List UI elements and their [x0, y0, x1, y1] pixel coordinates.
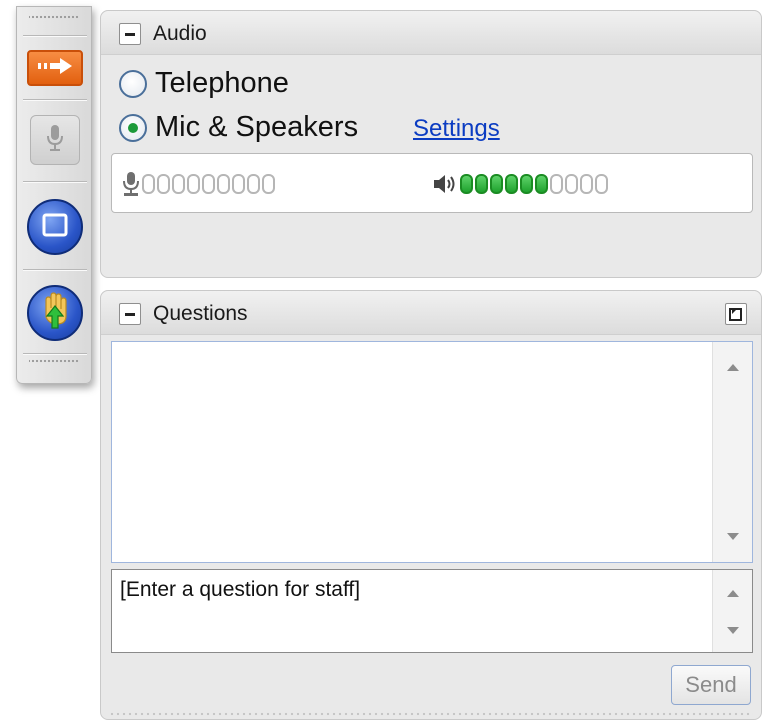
- popout-button[interactable]: [725, 303, 747, 325]
- speaker-icon: [432, 173, 458, 195]
- toolbar-divider: [23, 181, 87, 183]
- microphone-icon: [45, 124, 65, 157]
- level-segment: [595, 174, 608, 194]
- telephone-label: Telephone: [155, 67, 289, 99]
- mic-speakers-label: Mic & Speakers: [155, 111, 359, 143]
- toolbar-grip-bottom[interactable]: [29, 357, 79, 371]
- level-segment: [172, 174, 185, 194]
- panel-resize-grip[interactable]: [109, 711, 753, 717]
- orange-arrow-button[interactable]: [27, 50, 83, 86]
- questions-panel-header: Questions: [101, 291, 761, 335]
- level-segment: [580, 174, 593, 194]
- raise-hand-button[interactable]: [27, 285, 83, 341]
- scroll-up-arrow-icon[interactable]: [727, 590, 739, 597]
- orange-arrow-icon: [36, 57, 74, 80]
- audio-panel-header: Audio: [101, 11, 761, 55]
- raise-hand-icon: [38, 291, 72, 335]
- questions-collapse-button[interactable]: [119, 303, 141, 325]
- toolbar-grip-top[interactable]: [29, 13, 79, 27]
- toolbar-divider: [23, 353, 87, 355]
- level-segment: [535, 174, 548, 194]
- level-segment: [490, 174, 503, 194]
- popout-icon: [726, 308, 746, 328]
- level-segment: [247, 174, 260, 194]
- level-segment: [460, 174, 473, 194]
- telephone-radio[interactable]: [119, 69, 147, 98]
- toolbar-divider: [23, 99, 87, 101]
- speaker-level-segments: [460, 174, 610, 194]
- question-input-scrollbar[interactable]: [712, 570, 752, 652]
- scroll-down-arrow-icon[interactable]: [727, 533, 739, 540]
- questions-log-scrollbar[interactable]: [712, 342, 752, 562]
- telephone-option[interactable]: Telephone: [119, 67, 289, 100]
- level-segment: [157, 174, 170, 194]
- level-segment: [475, 174, 488, 194]
- level-segment: [142, 174, 155, 194]
- level-segment: [187, 174, 200, 194]
- window-button[interactable]: [27, 199, 83, 255]
- microphone-button[interactable]: [30, 115, 80, 165]
- level-segment: [202, 174, 215, 194]
- level-segment: [232, 174, 245, 194]
- mic-level-segments: [142, 174, 277, 194]
- send-button[interactable]: Send: [671, 665, 751, 705]
- questions-log[interactable]: [111, 341, 753, 563]
- microphone-icon: [122, 171, 140, 197]
- questions-panel: Questions [Enter a question for staff] S…: [100, 290, 762, 720]
- scroll-down-arrow-icon[interactable]: [727, 627, 739, 634]
- level-segment: [262, 174, 275, 194]
- audio-collapse-button[interactable]: [119, 23, 141, 45]
- level-segment: [520, 174, 533, 194]
- question-input[interactable]: [Enter a question for staff]: [111, 569, 753, 653]
- toolbar-divider: [23, 269, 87, 271]
- mic-speakers-option[interactable]: Mic & Speakers: [119, 111, 358, 144]
- mic-level-meter: [122, 170, 277, 198]
- speaker-level-meter: [432, 170, 610, 198]
- question-input-text[interactable]: [Enter a question for staff]: [120, 578, 360, 602]
- toolbar-divider: [23, 35, 87, 37]
- scroll-up-arrow-icon[interactable]: [727, 364, 739, 371]
- level-segment: [217, 174, 230, 194]
- side-toolbar: [16, 6, 92, 384]
- questions-panel-title: Questions: [153, 302, 248, 325]
- audio-panel: Audio Telephone Mic & Speakers Settings: [100, 10, 762, 278]
- level-segment: [505, 174, 518, 194]
- audio-panel-title: Audio: [153, 22, 207, 45]
- level-segment: [550, 174, 563, 194]
- audio-levels-box: [111, 153, 753, 213]
- audio-settings-link[interactable]: Settings: [413, 115, 500, 143]
- level-segment: [565, 174, 578, 194]
- window-icon: [42, 213, 68, 242]
- mic-speakers-radio[interactable]: [119, 113, 147, 142]
